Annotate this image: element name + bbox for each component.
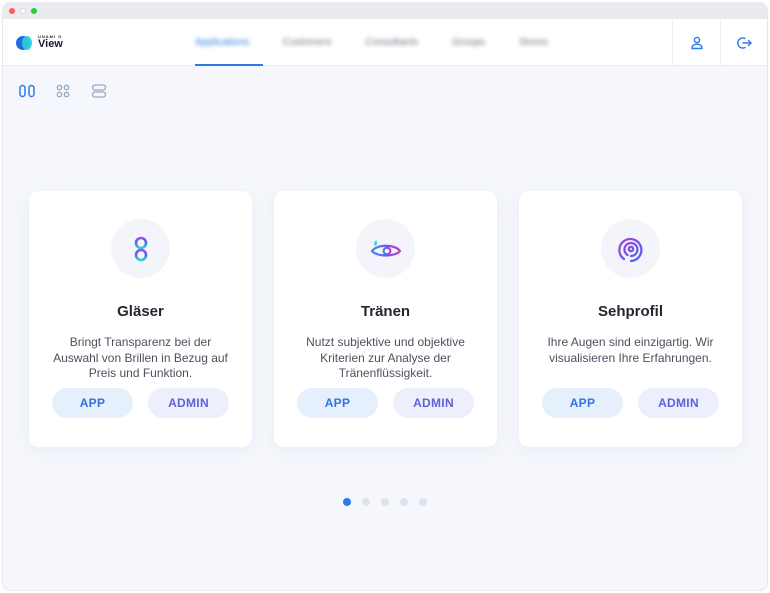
card-description: Nutzt subjektive und objektive Kriterien…	[306, 335, 465, 380]
app-card-sehprofil: Sehprofil Ihre Augen sind einzigartig. W…	[519, 191, 742, 447]
glasses-g-icon	[134, 236, 147, 261]
app-card-traenen: Tränen Nutzt subjektive und objektive Kr…	[274, 191, 497, 447]
card-title: Gläser	[117, 303, 164, 320]
page-dot-5[interactable]	[419, 498, 427, 506]
page-dot-2[interactable]	[362, 498, 370, 506]
tab-consultants[interactable]: Consultants	[363, 19, 420, 66]
page-dot-3[interactable]	[381, 498, 389, 506]
app-button[interactable]: APP	[52, 388, 133, 418]
list-icon	[91, 84, 107, 98]
logo-name: View	[38, 38, 63, 50]
profile-button[interactable]	[672, 19, 720, 66]
grid-icon	[56, 84, 70, 98]
tab-customers[interactable]: Customers	[281, 19, 333, 66]
card-icon-wrap	[601, 219, 660, 278]
carousel-pagination	[343, 498, 427, 506]
app-logo[interactable]: UNAMI O View	[16, 35, 63, 50]
app-header: UNAMI O View Applications Customers Cons…	[3, 19, 767, 66]
app-window: UNAMI O View Applications Customers Cons…	[2, 2, 768, 591]
minimize-window-button[interactable]	[20, 8, 26, 14]
view-list-button[interactable]	[90, 83, 108, 99]
card-description: Ihre Augen sind einzigartig. Wir visuali…	[547, 335, 714, 365]
user-icon	[690, 36, 703, 49]
logout-button[interactable]	[720, 19, 767, 66]
admin-button[interactable]: ADMIN	[148, 388, 229, 418]
tab-groups[interactable]: Groups	[450, 19, 487, 66]
eye-tear-icon	[370, 239, 401, 257]
card-title: Tränen	[360, 303, 411, 320]
card-icon-wrap	[356, 219, 415, 278]
card-title: Sehprofil	[597, 303, 663, 320]
logo-icon	[16, 35, 32, 50]
admin-button[interactable]: ADMIN	[393, 388, 474, 418]
close-window-button[interactable]	[9, 8, 15, 14]
admin-button[interactable]: ADMIN	[638, 388, 719, 418]
maximize-window-button[interactable]	[31, 8, 37, 14]
tab-applications[interactable]: Applications	[193, 19, 251, 66]
view-mode-toggle	[18, 83, 108, 99]
app-card-glaeser: Gläser Bringt Transparenz bei der Auswah…	[29, 191, 252, 447]
logout-icon	[736, 36, 752, 49]
app-button[interactable]: APP	[297, 388, 378, 418]
page-dot-4[interactable]	[400, 498, 408, 506]
main-nav: Applications Customers Consultants Group…	[193, 19, 580, 66]
active-tab-indicator	[195, 64, 263, 66]
page-dot-1[interactable]	[343, 498, 351, 506]
card-description: Bringt Transparenz bei der Auswahl von B…	[53, 335, 228, 380]
card-icon-wrap	[111, 219, 170, 278]
window-titlebar	[3, 3, 767, 19]
columns-icon	[19, 84, 35, 98]
tab-stores[interactable]: Stores	[517, 19, 550, 66]
spiral-eye-icon	[617, 237, 642, 262]
app-button[interactable]: APP	[542, 388, 623, 418]
view-grid-button[interactable]	[54, 83, 72, 99]
view-columns-button[interactable]	[18, 83, 36, 99]
